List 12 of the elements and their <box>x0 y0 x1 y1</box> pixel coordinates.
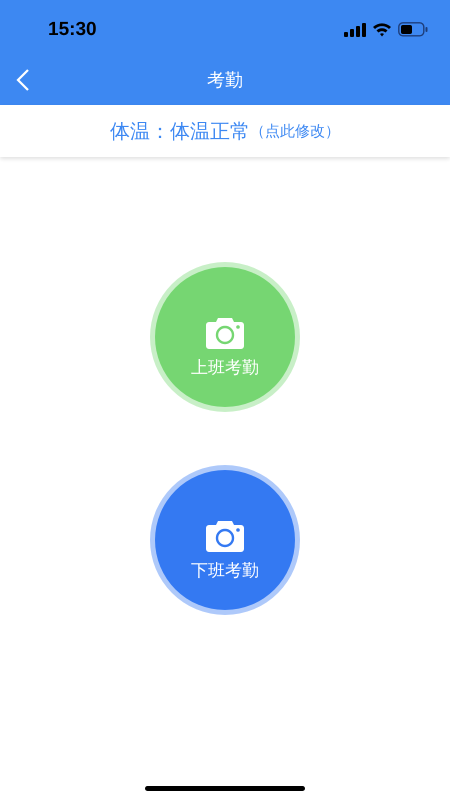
wifi-icon <box>372 22 392 37</box>
battery-icon <box>398 22 428 37</box>
back-icon[interactable] <box>16 68 30 92</box>
signal-icon <box>344 22 366 36</box>
edit-link[interactable]: （点此修改） <box>250 122 340 140</box>
camera-icon <box>205 518 245 552</box>
status-time: 15:30 <box>48 18 97 40</box>
camera-icon <box>205 316 245 350</box>
check-in-button[interactable]: 下班考勤 <box>155 470 295 610</box>
temperature-status: 体温：体温正常 <box>110 118 250 144</box>
check-in-button[interactable]: 上班考勤 <box>155 267 295 407</box>
page-title: 考勤 <box>207 69 243 92</box>
